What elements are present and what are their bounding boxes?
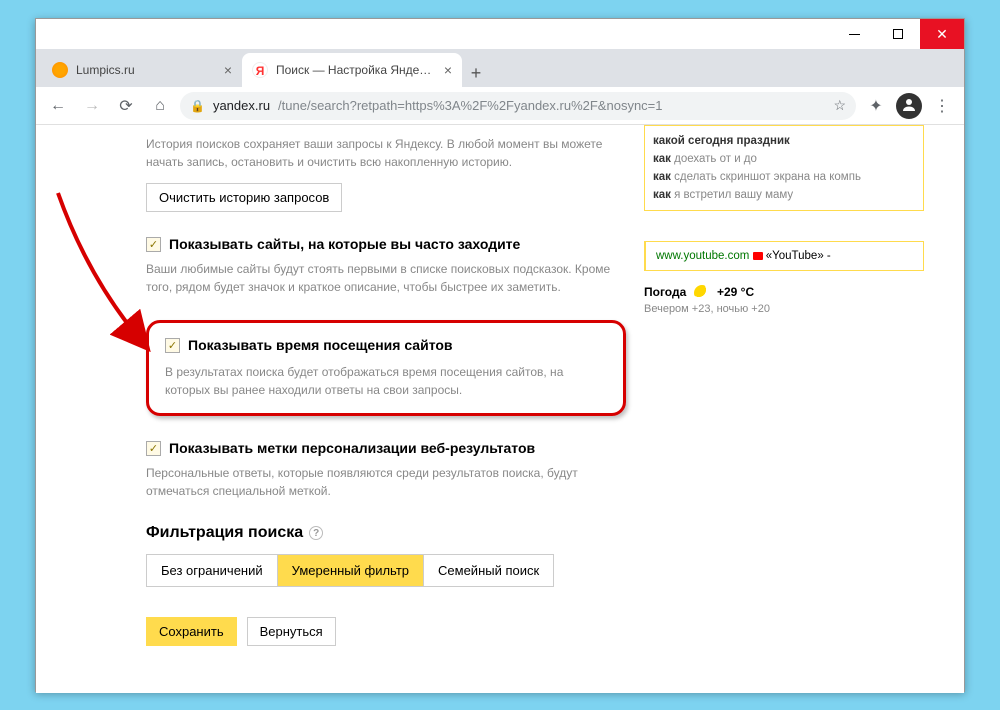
toolbar: ← → ⟳ ⌂ 🔒 yandex.ru/tune/search?retpath=… bbox=[36, 87, 964, 125]
tab-close-icon[interactable]: × bbox=[444, 62, 452, 78]
back-button[interactable]: Вернуться bbox=[247, 617, 336, 646]
site-url: www.youtube.com bbox=[656, 250, 749, 262]
annotation-arrow-icon bbox=[48, 188, 158, 358]
page-content[interactable]: История поисков сохраняет ваши запросы к… bbox=[36, 125, 964, 693]
action-row: Сохранить Вернуться bbox=[146, 617, 626, 646]
address-bar[interactable]: 🔒 yandex.ru/tune/search?retpath=https%3A… bbox=[180, 92, 856, 120]
suggestions-box: какой сегодня праздник как доехать от и … bbox=[644, 125, 924, 211]
forward-button[interactable]: → bbox=[78, 92, 106, 120]
suggestion-line: как доехать от и до bbox=[653, 150, 915, 168]
filter-option-none[interactable]: Без ограничений bbox=[147, 555, 278, 586]
tab-lumpics[interactable]: Lumpics.ru × bbox=[42, 53, 242, 87]
filter-option-family[interactable]: Семейный поиск bbox=[424, 555, 553, 586]
url-domain: yandex.ru bbox=[213, 98, 270, 113]
site-preview-box: www.youtube.com «YouTube» - bbox=[644, 241, 924, 271]
url-path: /tune/search?retpath=https%3A%2F%2Fyande… bbox=[278, 98, 662, 113]
bookmark-icon[interactable]: ☆ bbox=[833, 97, 846, 114]
favicon-icon bbox=[52, 62, 68, 78]
lock-icon: 🔒 bbox=[190, 99, 205, 113]
site-title: «YouTube» - bbox=[766, 250, 831, 262]
checkbox-label: Показывать метки персонализации веб-резу… bbox=[169, 440, 535, 456]
maximize-button[interactable] bbox=[876, 19, 920, 49]
option-personalization: ✓ Показывать метки персонализации веб-ре… bbox=[146, 440, 626, 500]
option-description: Ваши любимые сайты будут стоять первыми … bbox=[146, 260, 626, 296]
favicon-icon: Я bbox=[252, 62, 268, 78]
new-tab-button[interactable]: + bbox=[462, 59, 490, 87]
checkbox-personalize[interactable]: ✓ bbox=[146, 441, 161, 456]
option-description: Персональные ответы, которые появляются … bbox=[146, 464, 626, 500]
tab-close-icon[interactable]: × bbox=[224, 62, 232, 78]
help-icon[interactable]: ? bbox=[309, 526, 323, 540]
close-button[interactable]: ✕ bbox=[920, 19, 964, 49]
history-description: История поисков сохраняет ваши запросы к… bbox=[146, 135, 626, 171]
sidebar-preview: какой сегодня праздник как доехать от и … bbox=[644, 125, 924, 315]
weather-label: Погода bbox=[644, 285, 686, 299]
suggestion-line: как я встретил вашу маму bbox=[653, 186, 915, 204]
weather-icon bbox=[694, 285, 710, 301]
profile-avatar[interactable] bbox=[896, 93, 922, 119]
filter-segmented: Без ограничений Умеренный фильтр Семейны… bbox=[146, 554, 554, 587]
browser-window: ✕ Lumpics.ru × Я Поиск — Настройка Яндек… bbox=[35, 18, 965, 692]
option-frequent-sites: ✓ Показывать сайты, на которые вы часто … bbox=[146, 236, 626, 296]
filter-section: Фильтрация поиска ? Без ограничений Умер… bbox=[146, 524, 626, 587]
checkbox-label: Показывать время посещения сайтов bbox=[188, 337, 453, 353]
clear-history-button[interactable]: Очистить историю запросов bbox=[146, 183, 342, 212]
filter-heading: Фильтрация поиска bbox=[146, 524, 303, 542]
suggestion-line: какой сегодня праздник bbox=[653, 132, 915, 150]
back-button[interactable]: ← bbox=[44, 92, 72, 120]
tab-title: Lumpics.ru bbox=[76, 63, 216, 77]
youtube-icon bbox=[753, 252, 763, 260]
weather-sub: Вечером +23, ночью +20 bbox=[644, 303, 924, 315]
menu-button[interactable]: ⋮ bbox=[928, 92, 956, 120]
reload-button[interactable]: ⟳ bbox=[112, 92, 140, 120]
option-visit-time-highlighted: ✓ Показывать время посещения сайтов В ре… bbox=[146, 320, 626, 416]
tab-yandex-settings[interactable]: Я Поиск — Настройка Яндекса × bbox=[242, 53, 462, 87]
save-button[interactable]: Сохранить bbox=[146, 617, 237, 646]
suggestion-line: как сделать скриншот экрана на компь bbox=[653, 168, 915, 186]
tabstrip: Lumpics.ru × Я Поиск — Настройка Яндекса… bbox=[36, 49, 964, 87]
tab-title: Поиск — Настройка Яндекса bbox=[276, 63, 436, 77]
filter-option-moderate[interactable]: Умеренный фильтр bbox=[278, 555, 424, 586]
home-button[interactable]: ⌂ bbox=[146, 92, 174, 120]
titlebar: ✕ bbox=[36, 19, 964, 49]
weather-temp: +29 °C bbox=[717, 285, 754, 299]
checkbox-label: Показывать сайты, на которые вы часто за… bbox=[169, 236, 520, 252]
option-description: В результатах поиска будет отображаться … bbox=[165, 363, 607, 399]
minimize-button[interactable] bbox=[832, 19, 876, 49]
weather-widget: Погода +29 °C Вечером +23, ночью +20 bbox=[644, 285, 924, 315]
extensions-icon[interactable]: ✦ bbox=[862, 92, 890, 120]
settings-main: История поисков сохраняет ваши запросы к… bbox=[146, 135, 626, 646]
checkbox-visit-time[interactable]: ✓ bbox=[165, 338, 180, 353]
